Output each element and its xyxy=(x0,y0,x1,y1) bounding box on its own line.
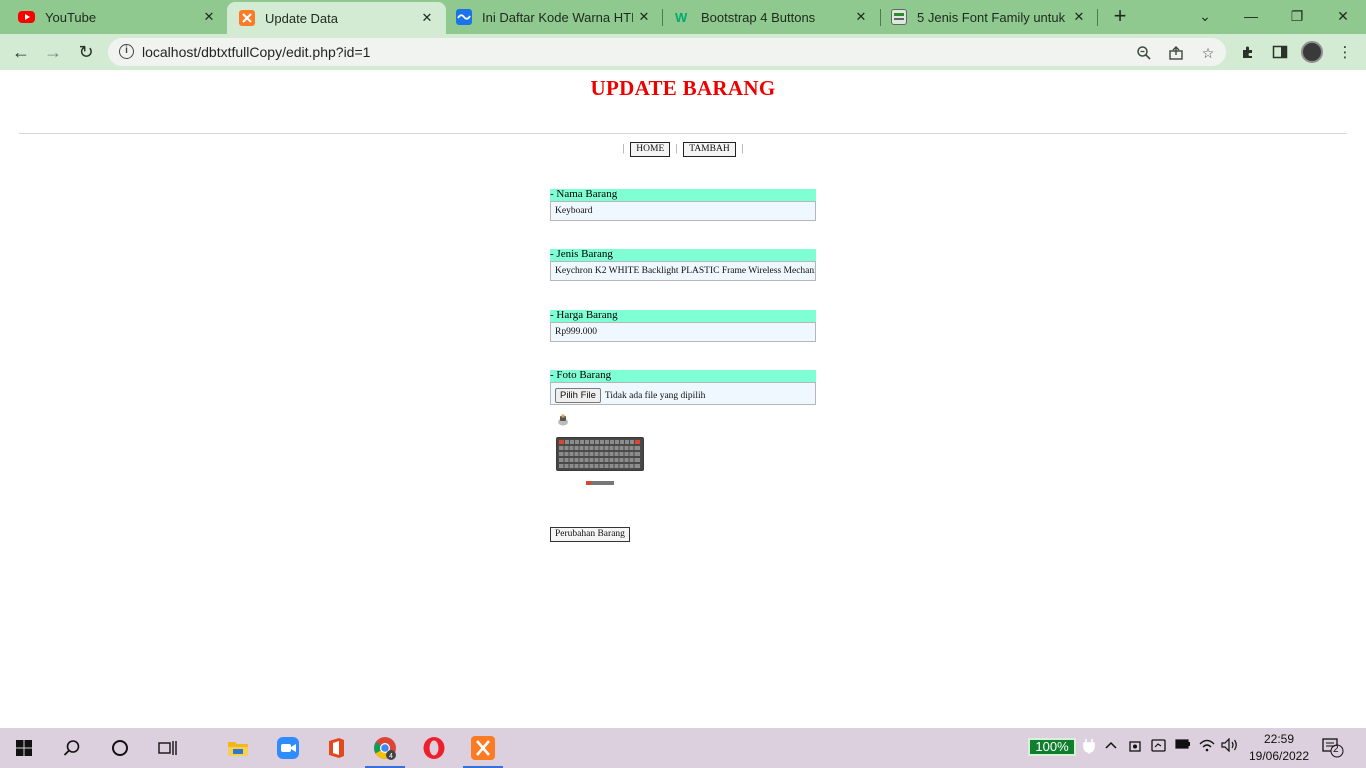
harga-barang-input[interactable]: Rp999.000 xyxy=(550,322,816,342)
bookmark-star-icon[interactable]: ☆ xyxy=(1199,44,1217,62)
field-foto-barang: - Foto Barang Pilih File Tidak ada file … xyxy=(550,370,816,405)
notification-count: 2 xyxy=(1333,744,1339,755)
taskbar: 4 100% 22:59 19/06/2022 2 xyxy=(0,728,1366,768)
opera-icon[interactable] xyxy=(410,728,458,768)
jenis-barang-input[interactable]: Keychron K2 WHITE Backlight PLASTIC Fram… xyxy=(550,261,816,281)
menu-kebab-icon[interactable]: ⋮ xyxy=(1335,42,1355,62)
svg-text:W: W xyxy=(675,10,688,25)
tab-title: Update Data xyxy=(265,10,338,26)
start-windows-icon[interactable] xyxy=(0,728,48,768)
menu-separator: | xyxy=(741,143,744,154)
close-window-button[interactable]: ✕ xyxy=(1320,0,1366,32)
foto-barang-file-input: Pilih File Tidak ada file yang dipilih xyxy=(550,382,816,405)
office-icon[interactable] xyxy=(312,728,360,768)
new-tab-button[interactable]: + xyxy=(1108,5,1132,29)
field-label: - Foto Barang xyxy=(550,370,816,382)
site-info-icon[interactable]: i xyxy=(119,44,134,59)
page-title: UPDATE BARANG xyxy=(590,76,776,100)
zoom-app-icon[interactable] xyxy=(264,728,312,768)
forward-arrow-icon[interactable]: → xyxy=(40,39,66,65)
reload-icon[interactable]: ↻ xyxy=(73,39,99,65)
extensions-icon[interactable] xyxy=(1238,42,1258,62)
share-icon[interactable] xyxy=(1167,44,1185,62)
battery-icon[interactable] xyxy=(1175,738,1191,753)
perubahan-barang-button[interactable]: Perubahan Barang xyxy=(550,527,630,542)
xampp-icon xyxy=(239,10,255,26)
profile-avatar[interactable] xyxy=(1301,41,1323,63)
clock-time: 22:59 xyxy=(1263,732,1295,746)
nama-barang-input[interactable]: Keyboard xyxy=(550,201,816,221)
clock-date: 19/06/2022 xyxy=(1248,749,1310,763)
tab-search-icon[interactable]: ⌄ xyxy=(1182,0,1228,32)
close-tab-icon[interactable]: ✕ xyxy=(198,9,220,25)
meet-now-icon[interactable] xyxy=(1128,738,1142,757)
choose-file-button[interactable]: Pilih File xyxy=(555,388,601,403)
tab-font-family[interactable]: 5 Jenis Font Family untuk CSS ✕ xyxy=(881,0,1098,34)
close-tab-icon[interactable]: ✕ xyxy=(1068,9,1090,25)
close-tab-icon[interactable]: ✕ xyxy=(416,10,438,26)
battery-percent[interactable]: 100% xyxy=(1028,738,1076,756)
chevron-up-icon[interactable] xyxy=(1104,738,1118,755)
volume-icon[interactable] xyxy=(1221,737,1239,755)
tab-separator xyxy=(1097,9,1098,26)
address-bar[interactable]: i localhost/dbtxtfullCopy/edit.php?id=1 … xyxy=(108,38,1226,66)
field-harga-barang: - Harga Barang Rp999.000 xyxy=(550,310,816,342)
web-page: UPDATE BARANG | HOME | TAMBAH | - Nama B… xyxy=(0,70,1366,728)
tab-title: YouTube xyxy=(45,9,97,25)
keyboard-thumbnail-image xyxy=(558,414,568,426)
field-label: - Harga Barang xyxy=(550,310,816,322)
svg-text:4: 4 xyxy=(389,753,393,760)
nav-menu: | HOME | TAMBAH | xyxy=(0,142,1366,157)
tab-kode-warna[interactable]: Ini Daftar Kode Warna HTML ✕ xyxy=(446,0,663,34)
tab-title: Ini Daftar Kode Warna HTML xyxy=(482,9,633,25)
cortana-icon[interactable] xyxy=(96,728,144,768)
field-nama-barang: - Nama Barang Keyboard xyxy=(550,189,816,221)
field-label: - Nama Barang xyxy=(550,189,816,201)
notification-center-icon[interactable]: 2 xyxy=(1322,738,1344,758)
home-button[interactable]: HOME xyxy=(630,142,671,157)
close-tab-icon[interactable]: ✕ xyxy=(850,9,872,25)
task-view-icon[interactable] xyxy=(144,728,192,768)
url-text[interactable]: localhost/dbtxtfullCopy/edit.php?id=1 xyxy=(142,44,370,60)
file-status-text: Tidak ada file yang dipilih xyxy=(604,390,706,401)
power-plug-icon[interactable] xyxy=(1082,738,1096,757)
tambah-button[interactable]: TAMBAH xyxy=(683,142,736,157)
keyboard-product-image xyxy=(556,437,644,485)
zoom-icon[interactable] xyxy=(1135,44,1153,62)
browser-toolbar: ← → ↻ i localhost/dbtxtfullCopy/edit.php… xyxy=(0,34,1366,70)
device-icon[interactable] xyxy=(1151,738,1167,757)
tab-title: Bootstrap 4 Buttons xyxy=(701,9,816,25)
file-explorer-icon[interactable] xyxy=(214,728,262,768)
field-label: - Jenis Barang xyxy=(550,249,816,261)
chrome-icon[interactable]: 4 xyxy=(361,728,409,768)
system-clock[interactable]: 22:59 19/06/2022 xyxy=(1244,731,1314,765)
wave-site-icon xyxy=(456,9,472,25)
close-tab-icon[interactable]: ✕ xyxy=(633,9,655,25)
wifi-icon[interactable] xyxy=(1199,738,1215,755)
youtube-icon xyxy=(18,11,35,23)
tab-youtube[interactable]: YouTube ✕ xyxy=(0,0,228,34)
tab-strip: YouTube ✕ Update Data ✕ Ini Daftar Kode … xyxy=(0,0,1366,34)
field-jenis-barang: - Jenis Barang Keychron K2 WHITE Backlig… xyxy=(550,249,816,281)
minimize-button[interactable]: — xyxy=(1228,0,1274,32)
tab-title: 5 Jenis Font Family untuk CSS xyxy=(917,9,1068,25)
menu-separator: | xyxy=(675,143,678,154)
xampp-taskbar-icon[interactable] xyxy=(459,728,507,768)
search-icon[interactable] xyxy=(48,728,96,768)
w3schools-icon: W xyxy=(675,9,691,25)
document-icon xyxy=(891,9,907,25)
tab-bootstrap-buttons[interactable]: W Bootstrap 4 Buttons ✕ xyxy=(663,0,880,34)
side-panel-icon[interactable] xyxy=(1270,42,1290,62)
menu-separator: | xyxy=(622,143,625,154)
tab-update-data[interactable]: Update Data ✕ xyxy=(227,2,446,34)
back-arrow-icon[interactable]: ← xyxy=(8,39,34,65)
divider xyxy=(19,133,1347,134)
restore-button[interactable]: ❐ xyxy=(1274,0,1320,32)
